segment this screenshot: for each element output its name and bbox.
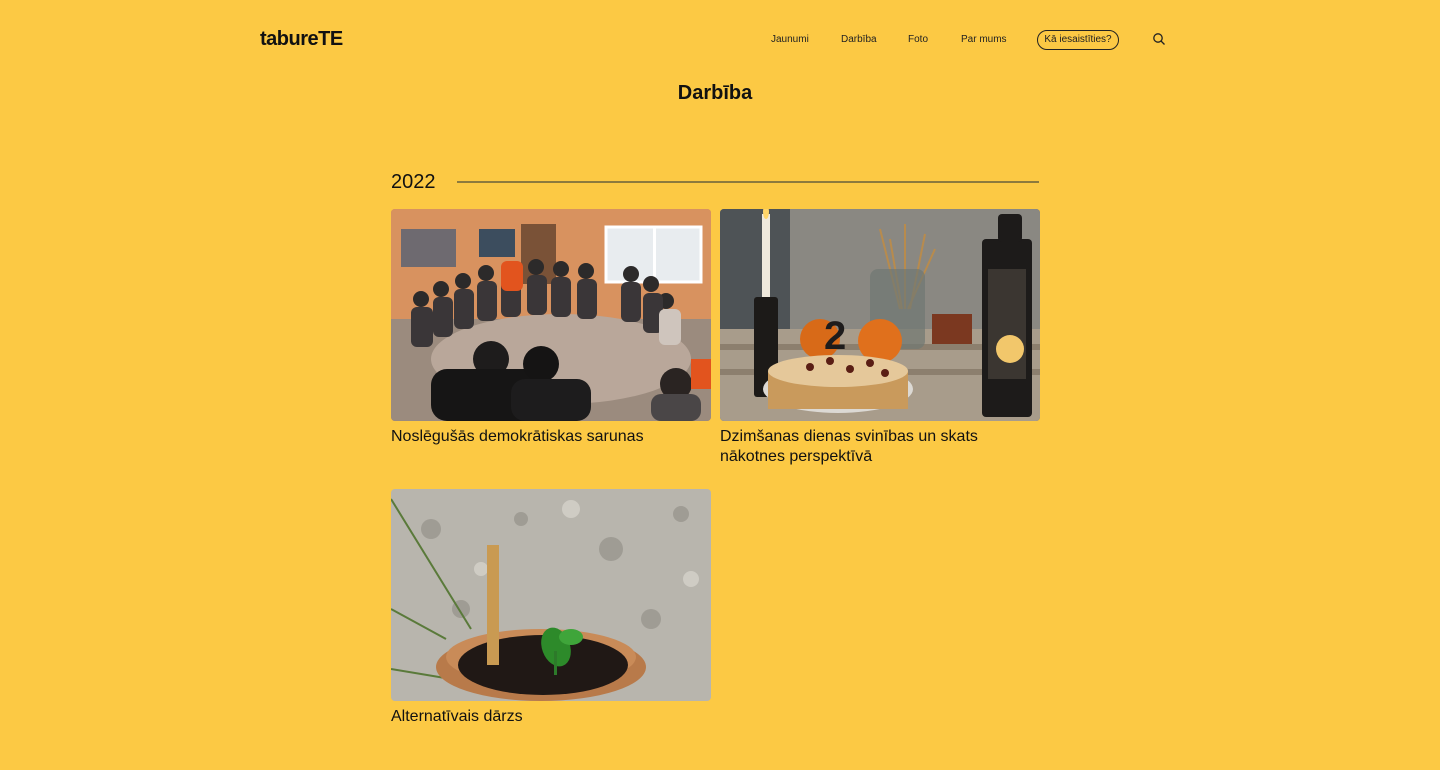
activity-card[interactable]: Alternatīvais dārzs <box>391 489 711 727</box>
card-title[interactable]: Dzimšanas dienas svinības un skats nākot… <box>720 427 1040 467</box>
year-divider <box>457 181 1039 183</box>
search-button[interactable] <box>1152 32 1166 46</box>
card-image-discussion[interactable] <box>391 209 711 421</box>
nav-item-jaunumi[interactable]: Jaunumi <box>771 34 809 45</box>
activity-card[interactable]: 2 Dzimšanas dienas svinības un skats nāk… <box>720 209 1040 467</box>
get-involved-button[interactable]: Kā iesaistīties? <box>1037 30 1119 50</box>
nav-item-par-mums[interactable]: Par mums <box>961 34 1007 45</box>
search-icon <box>1153 33 1165 45</box>
year-heading: 2022 <box>391 171 436 193</box>
site-logo[interactable]: tabureTE <box>260 28 343 51</box>
page-title: Darbība <box>677 82 753 104</box>
nav-item-foto[interactable]: Foto <box>908 34 928 45</box>
svg-text:2: 2 <box>824 314 846 358</box>
card-title[interactable]: Alternatīvais dārzs <box>391 707 711 727</box>
card-image-garden[interactable] <box>391 489 711 701</box>
activity-card[interactable]: Noslēgušās demokrātiskas sarunas <box>391 209 711 447</box>
card-title[interactable]: Noslēgušās demokrātiskas sarunas <box>391 427 711 447</box>
site-header: tabureTE Jaunumi Darbība Foto Par mums K… <box>0 0 1440 80</box>
nav-item-darbiba[interactable]: Darbība <box>841 34 877 45</box>
card-image-birthday[interactable]: 2 <box>720 209 1040 421</box>
